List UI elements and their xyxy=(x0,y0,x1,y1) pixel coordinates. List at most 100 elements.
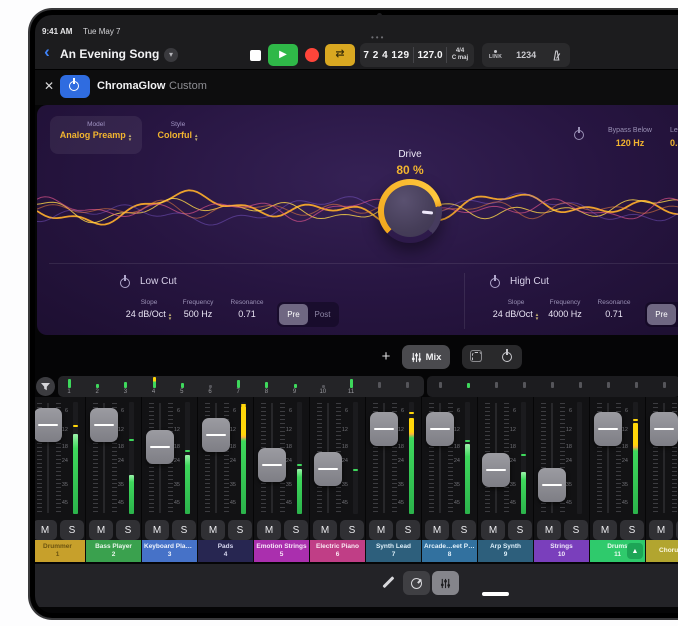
pre-button[interactable]: Pre xyxy=(279,304,308,325)
solo-button[interactable]: S xyxy=(172,520,196,540)
ruler-number[interactable]: 8 xyxy=(261,389,271,395)
close-icon[interactable]: ✕ xyxy=(42,79,56,93)
low-cut-resonance[interactable]: Resonance 0.71 xyxy=(217,299,277,319)
ruler-number[interactable]: 1 xyxy=(64,389,74,395)
count-in-button[interactable]: 1234 xyxy=(516,50,536,60)
mix-button[interactable]: Mix xyxy=(402,345,450,369)
ruler-meter[interactable] xyxy=(579,382,582,388)
record-button[interactable] xyxy=(305,48,319,62)
mute-button[interactable]: M xyxy=(201,520,225,540)
ruler-number[interactable]: 4 xyxy=(149,389,159,395)
ruler-meter[interactable] xyxy=(294,384,297,388)
ruler-meter[interactable] xyxy=(607,382,610,388)
mute-button[interactable]: M xyxy=(313,520,337,540)
ruler-meter[interactable] xyxy=(96,384,99,388)
ruler-number[interactable]: 10 xyxy=(318,389,328,395)
mute-button[interactable]: M xyxy=(89,520,113,540)
mute-button[interactable]: M xyxy=(649,520,673,540)
ruler-number[interactable]: 6 xyxy=(205,389,215,395)
solo-button[interactable]: S xyxy=(60,520,84,540)
post-button[interactable]: Post xyxy=(308,304,337,325)
ruler-meter[interactable] xyxy=(181,383,184,388)
ruler-meter[interactable] xyxy=(663,382,666,388)
ruler-meter[interactable] xyxy=(635,382,638,388)
filter-button[interactable] xyxy=(36,377,55,396)
mute-button[interactable]: M xyxy=(369,520,393,540)
ruler-meter[interactable] xyxy=(378,382,381,388)
track-label[interactable]: Emotion Strings5 xyxy=(254,540,310,562)
ruler-meter[interactable] xyxy=(237,380,240,388)
ruler-number[interactable]: 7 xyxy=(233,389,243,395)
ruler-meter[interactable] xyxy=(265,382,268,388)
style-selector[interactable]: Style Colorful▲▼ xyxy=(147,116,209,154)
ruler-meter[interactable] xyxy=(467,383,470,388)
ruler-meter[interactable] xyxy=(523,382,526,388)
solo-button[interactable]: S xyxy=(228,520,252,540)
lcd-position[interactable]: 7 2 4 129 xyxy=(360,47,414,63)
plugin-preset[interactable]: Custom xyxy=(169,80,207,92)
power-icon[interactable] xyxy=(502,352,512,362)
knob-mode-button[interactable] xyxy=(403,571,430,595)
lcd-key-signature[interactable]: 4/4 C maj xyxy=(447,47,473,63)
ruler-meter[interactable] xyxy=(439,382,442,388)
cycle-button[interactable]: ⇄ xyxy=(325,44,355,66)
solo-button[interactable]: S xyxy=(620,520,644,540)
track-label[interactable]: Strings10 xyxy=(534,540,590,562)
ruler-number[interactable]: 5 xyxy=(177,389,187,395)
play-button[interactable]: ▶ xyxy=(268,44,298,66)
ruler-meter[interactable] xyxy=(350,379,353,388)
lcd-tempo[interactable]: 127.0 xyxy=(414,47,447,63)
low-cut-power-icon[interactable] xyxy=(120,278,130,288)
solo-button[interactable]: S xyxy=(508,520,532,540)
drive-knob[interactable] xyxy=(378,179,442,243)
track-label[interactable]: Drummer1 xyxy=(35,540,86,562)
track-label[interactable]: Drums11▲ xyxy=(590,540,646,562)
ruler-meter[interactable] xyxy=(153,377,156,388)
mute-button[interactable]: M xyxy=(425,520,449,540)
solo-button[interactable]: S xyxy=(284,520,308,540)
plugin-power-button[interactable] xyxy=(60,75,90,98)
level-value[interactable]: 0.5 xyxy=(670,138,678,148)
track-label[interactable]: Arp Synth9 xyxy=(478,540,534,562)
song-title[interactable]: An Evening Song xyxy=(60,47,159,61)
ruler-meter[interactable] xyxy=(322,385,325,388)
ruler-meter[interactable] xyxy=(68,379,71,388)
ruler-meter[interactable] xyxy=(209,385,212,388)
ruler-number[interactable]: 11 xyxy=(346,389,356,395)
track-label[interactable]: Electric Piano6 xyxy=(310,540,366,562)
solo-button[interactable]: S xyxy=(116,520,140,540)
duplicate-icon[interactable] xyxy=(472,352,482,362)
fader-thumb[interactable] xyxy=(258,448,286,482)
high-cut-power-icon[interactable] xyxy=(490,278,500,288)
mute-button[interactable]: M xyxy=(537,520,561,540)
metronome-icon[interactable] xyxy=(550,49,563,62)
ruler-number[interactable]: 2 xyxy=(92,389,102,395)
track-label[interactable]: Synth Lead7 xyxy=(366,540,422,562)
mute-button[interactable]: M xyxy=(35,520,57,540)
track-label[interactable]: Pads4 xyxy=(198,540,254,562)
home-indicator[interactable] xyxy=(482,592,509,596)
chevron-up-icon[interactable]: ▲ xyxy=(627,543,643,559)
link-button[interactable]: LINK xyxy=(489,50,502,60)
track-label[interactable]: Keyboard Player3 xyxy=(142,540,198,562)
stop-button[interactable] xyxy=(248,48,263,63)
ruler-meter[interactable] xyxy=(124,382,127,388)
mute-button[interactable]: M xyxy=(593,520,617,540)
fader-mode-button[interactable] xyxy=(432,571,459,595)
ruler-meter[interactable] xyxy=(551,382,554,388)
solo-button[interactable]: S xyxy=(452,520,476,540)
ruler-number[interactable]: 3 xyxy=(120,389,130,395)
track-label[interactable]: Arcade…eet Pad8 xyxy=(422,540,478,562)
solo-button[interactable]: S xyxy=(396,520,420,540)
track-label[interactable]: Chorus V xyxy=(646,540,678,562)
solo-button[interactable]: S xyxy=(340,520,364,540)
ruler-number[interactable]: 9 xyxy=(290,389,300,395)
add-track-button[interactable]: + xyxy=(375,346,397,368)
chevron-down-icon[interactable]: ▾ xyxy=(164,48,178,62)
multitasking-dots-icon[interactable]: ••• xyxy=(371,33,385,42)
lcd-display[interactable]: 7 2 4 129 127.0 4/4 C maj xyxy=(360,43,474,67)
high-cut-resonance[interactable]: Resonance 0.71 xyxy=(584,299,644,319)
mute-button[interactable]: M xyxy=(145,520,169,540)
solo-button[interactable]: S xyxy=(564,520,588,540)
track-label[interactable]: Bass Player2 xyxy=(86,540,142,562)
